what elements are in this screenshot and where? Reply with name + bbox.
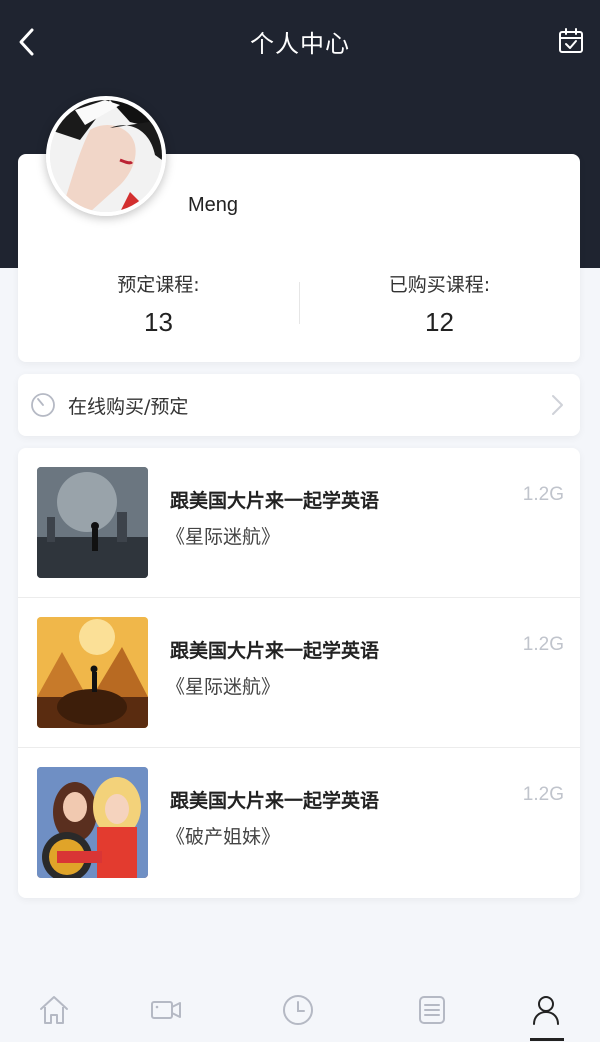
course-title: 跟美国大片来一起学英语 bbox=[170, 640, 380, 662]
list-item[interactable]: 跟美国大片来一起学英语 《星际迷航》 1.2G bbox=[18, 598, 580, 748]
course-title: 跟美国大片来一起学英语 bbox=[170, 790, 380, 812]
timer-icon bbox=[31, 393, 55, 417]
course-title: 跟美国大片来一起学英语 bbox=[170, 490, 380, 512]
course-size: 1.2G bbox=[522, 634, 564, 655]
tab-bar bbox=[0, 972, 600, 1042]
course-subtitle: 《星际迷航》 bbox=[166, 676, 281, 698]
course-subtitle: 《破产姐妹》 bbox=[166, 826, 281, 848]
course-size: 1.2G bbox=[522, 784, 564, 805]
tab-list[interactable] bbox=[412, 990, 452, 1030]
course-thumbnail bbox=[37, 767, 148, 878]
top-bar: 个人中心 bbox=[0, 0, 600, 84]
stat-value: 12 bbox=[425, 307, 454, 337]
stat-label: 已购买课程: bbox=[388, 274, 491, 296]
calendar-button[interactable] bbox=[556, 26, 586, 56]
course-size: 1.2G bbox=[522, 484, 564, 505]
stat-value: 13 bbox=[144, 307, 173, 337]
tab-home[interactable] bbox=[34, 990, 74, 1030]
course-thumbnail bbox=[37, 617, 148, 728]
course-subtitle: 《星际迷航》 bbox=[166, 526, 281, 548]
video-icon bbox=[151, 1001, 181, 1019]
purchase-label: 在线购买/预定 bbox=[68, 396, 189, 418]
user-icon bbox=[533, 996, 559, 1025]
list-icon bbox=[419, 996, 445, 1024]
calendar-check-icon bbox=[559, 28, 583, 53]
active-tab-indicator bbox=[530, 1038, 564, 1041]
purchase-row[interactable]: 在线购买/预定 bbox=[18, 374, 580, 436]
stat-label: 预定课程: bbox=[117, 274, 200, 296]
tab-clock[interactable] bbox=[278, 990, 318, 1030]
list-item[interactable]: 跟美国大片来一起学英语 《星际迷航》 1.2G bbox=[18, 448, 580, 598]
list-item[interactable]: 跟美国大片来一起学英语 《破产姐妹》 1.2G bbox=[18, 748, 580, 898]
stat-divider bbox=[299, 282, 300, 324]
clock-icon bbox=[283, 995, 313, 1025]
tab-user[interactable] bbox=[526, 990, 566, 1030]
course-list: 跟美国大片来一起学英语 《星际迷航》 1.2G 跟美国大片来一起学英语 《星际迷… bbox=[18, 448, 580, 898]
avatar-image bbox=[50, 100, 162, 212]
chevron-right-icon bbox=[552, 395, 563, 415]
course-thumbnail bbox=[37, 467, 148, 578]
stat-booked[interactable]: 预定课程: 13 bbox=[18, 270, 299, 338]
username: Meng bbox=[188, 194, 239, 216]
page-title: 个人中心 bbox=[250, 30, 350, 58]
avatar[interactable] bbox=[46, 96, 166, 216]
tab-video[interactable] bbox=[146, 990, 186, 1030]
home-icon bbox=[40, 996, 68, 1024]
stat-purchased[interactable]: 已购买课程: 12 bbox=[299, 270, 580, 338]
